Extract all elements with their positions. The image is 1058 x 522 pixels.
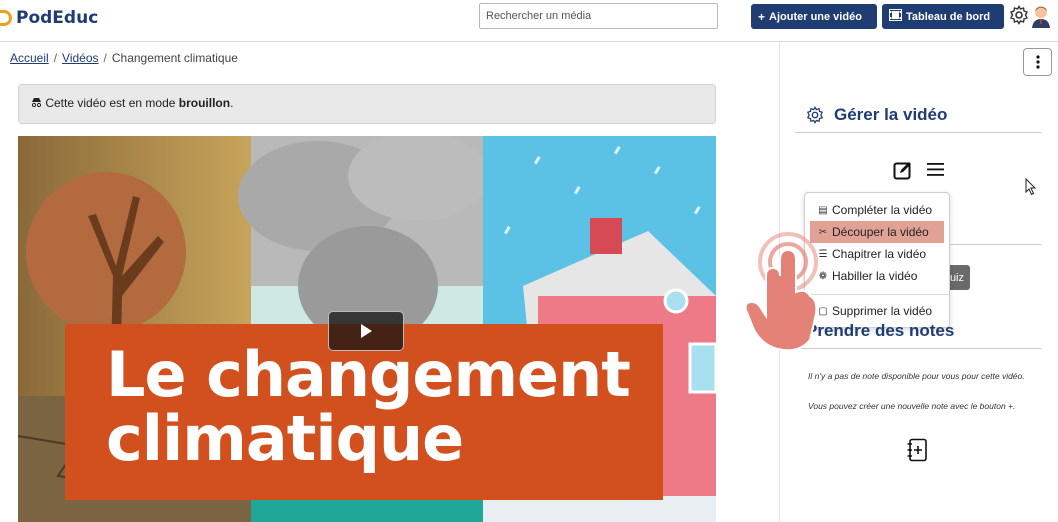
notes-heading: Prendre des notes — [806, 321, 955, 340]
manage-dropdown-menu: ▤ Compléter la vidéo ✂ Découper la vidéo… — [804, 192, 950, 328]
settings-gear-icon[interactable] — [1009, 5, 1029, 25]
menu-item-complete-video[interactable]: ▤ Compléter la vidéo — [810, 199, 944, 221]
manage-video-heading: Gérer la vidéo — [806, 105, 947, 125]
menu-item-chapter-video[interactable]: ☰ Chapitrer la vidéo — [810, 243, 944, 265]
mouse-cursor-icon — [1025, 178, 1037, 196]
logo-text: PodEduc — [16, 8, 99, 28]
menu-item-cut-video[interactable]: ✂ Découper la vidéo — [810, 221, 944, 243]
quiz-label: uiz — [949, 271, 964, 284]
divider — [795, 348, 1041, 349]
notes-empty-text: Il n'y a pas de note disponible pour vou… — [808, 371, 1025, 381]
logo-mark-icon — [0, 10, 12, 26]
draft-mode: brouillon — [178, 96, 231, 110]
draft-prefix: Cette vidéo est en mode — [45, 96, 176, 110]
hamburger-menu-icon[interactable] — [927, 162, 944, 177]
top-navbar: PodEduc + Ajouter une vidéo Tableau de b… — [0, 0, 1058, 42]
divider — [950, 244, 1041, 245]
menu-item-dress-video[interactable]: ❁ Habiller la vidéo — [810, 265, 944, 287]
breadcrumb-current: Changement climatique — [111, 51, 238, 65]
play-button[interactable] — [328, 311, 404, 351]
notes-hint-text: Vous pouvez créer une nouvelle note avec… — [808, 401, 1016, 411]
search-input[interactable] — [479, 3, 718, 29]
incognito-icon — [31, 96, 45, 110]
menu-item-label: Chapitrer la vidéo — [832, 247, 927, 261]
plus-icon: + — [758, 9, 766, 24]
manage-video-title: Gérer la vidéo — [834, 105, 948, 124]
video-title-overlay: Le changement climatique — [106, 338, 631, 475]
add-video-label: Ajouter une vidéo — [769, 10, 862, 23]
menu-item-label: Découper la vidéo — [832, 225, 929, 239]
video-player[interactable]: Le changement climatique — [18, 136, 716, 522]
logo[interactable]: PodEduc — [0, 6, 98, 30]
video-title-line2: climatique — [106, 402, 464, 475]
film-icon — [889, 9, 902, 24]
add-note-icon[interactable] — [906, 438, 928, 462]
menu-divider — [805, 294, 949, 295]
dashboard-label: Tableau de bord — [906, 10, 991, 23]
breadcrumb-home-link[interactable]: Accueil — [10, 51, 49, 65]
sidebar-options-button[interactable] — [1023, 48, 1052, 76]
document-icon: ▤ — [818, 204, 828, 216]
kebab-icon — [1035, 55, 1040, 69]
add-video-button[interactable]: + Ajouter une vidéo — [751, 4, 877, 29]
edit-icon[interactable] — [893, 160, 913, 180]
breadcrumb: Accueil / Vidéos / Changement climatique — [10, 51, 238, 65]
user-avatar[interactable] — [1031, 4, 1051, 28]
breadcrumb-videos-link[interactable]: Vidéos — [62, 51, 98, 65]
draft-suffix: . — [230, 96, 234, 110]
menu-item-label: Habiller la vidéo — [832, 269, 918, 283]
tap-gesture-hand-icon — [744, 232, 818, 352]
menu-item-delete-video[interactable]: ▢ Supprimer la vidéo — [810, 300, 944, 322]
dashboard-button[interactable]: Tableau de bord — [882, 4, 1004, 29]
menu-item-label: Supprimer la vidéo — [832, 304, 933, 318]
draft-alert: Cette vidéo est en mode brouillon. — [18, 84, 716, 124]
menu-item-label: Compléter la vidéo — [832, 203, 933, 217]
play-icon — [361, 324, 372, 338]
gear-icon — [806, 106, 824, 124]
video-title-line1: Le changement — [106, 338, 631, 411]
divider — [795, 132, 1041, 133]
